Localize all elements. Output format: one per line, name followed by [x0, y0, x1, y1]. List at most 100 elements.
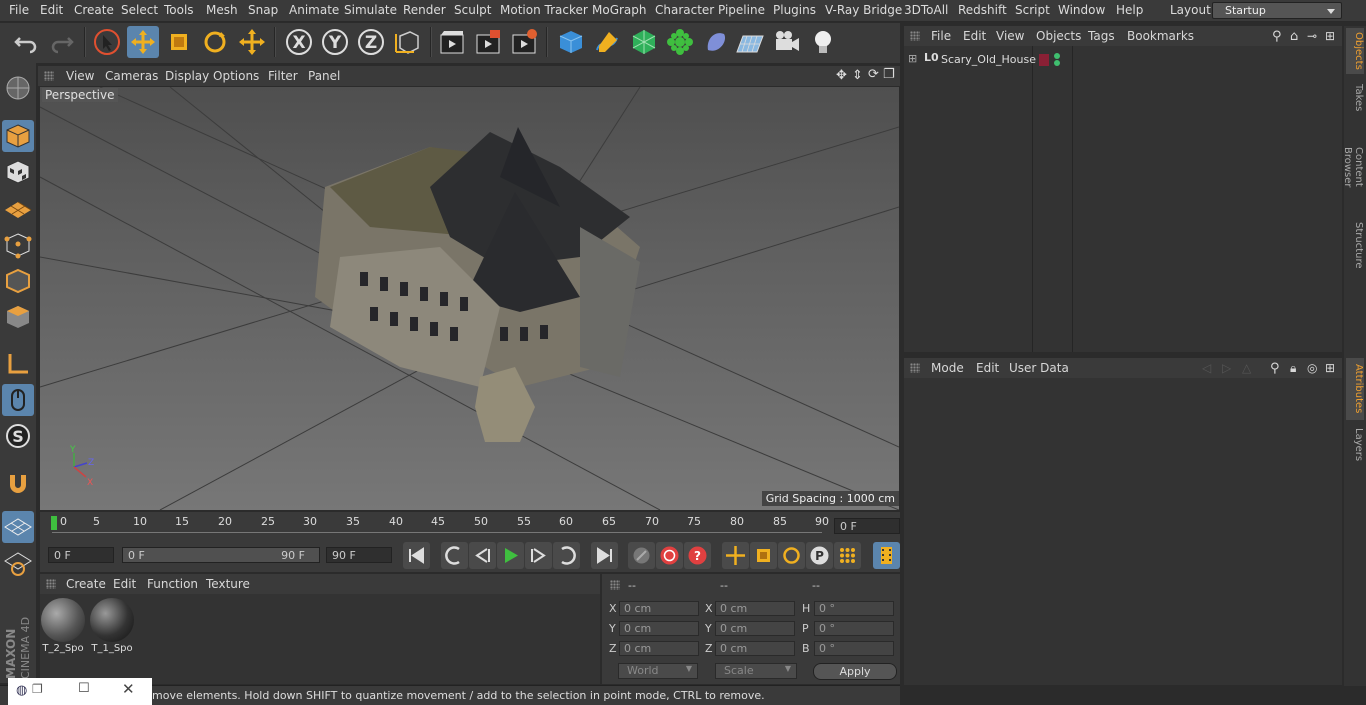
play-button[interactable]: [497, 542, 524, 569]
end-frame-field[interactable]: 90 F: [326, 547, 392, 563]
menu-snap[interactable]: Snap: [248, 3, 278, 17]
go-to-end-button[interactable]: [591, 542, 618, 569]
perspective-viewport[interactable]: Y Z X Grid Spacing : 1000 cm: [40, 87, 899, 510]
next-key-button[interactable]: [553, 542, 580, 569]
undo-button[interactable]: [10, 26, 42, 58]
transform-tool-button[interactable]: [236, 26, 268, 58]
size-y-field[interactable]: 0 cm: [715, 621, 795, 636]
key-rotation-button[interactable]: [778, 542, 805, 569]
pos-y-field[interactable]: 0 cm: [619, 621, 699, 636]
material-menu-create[interactable]: Create: [66, 577, 106, 591]
attributes-menu-user-data[interactable]: User Data: [1009, 361, 1069, 375]
objects-menu-file[interactable]: File: [931, 29, 951, 43]
axis-mode-button[interactable]: [2, 348, 34, 380]
up-arrow-icon[interactable]: △: [1242, 361, 1251, 375]
restore-icon[interactable]: ❐: [32, 682, 43, 696]
coordinate-space-dropdown[interactable]: World ▼: [618, 663, 698, 679]
layer-tag-icon[interactable]: [1039, 54, 1049, 66]
start-frame-field[interactable]: 0 F: [48, 547, 114, 563]
material-swatch[interactable]: T_1_Spo: [90, 598, 134, 656]
render-settings-button[interactable]: [508, 26, 540, 58]
search-icon[interactable]: ⚲: [1272, 29, 1282, 44]
rot-b-field[interactable]: 0 °: [814, 641, 894, 656]
solo-button[interactable]: [2, 547, 34, 579]
redo-button[interactable]: [46, 26, 78, 58]
menu-select[interactable]: Select: [121, 3, 158, 17]
add-light-button[interactable]: [807, 26, 839, 58]
menu-plugins[interactable]: Plugins: [773, 3, 816, 17]
forward-arrow-icon[interactable]: ▷: [1222, 361, 1231, 375]
magnet-button[interactable]: [2, 467, 34, 499]
key-pla-button[interactable]: [834, 542, 861, 569]
current-frame-field[interactable]: 0 F: [834, 518, 900, 534]
material-menu-texture[interactable]: Texture: [206, 577, 250, 591]
pos-x-field[interactable]: 0 cm: [619, 601, 699, 616]
tab-takes[interactable]: Takes: [1346, 78, 1364, 118]
playhead[interactable]: [51, 516, 57, 530]
home-icon[interactable]: ⌂: [1290, 29, 1298, 44]
objects-menu-bookmarks[interactable]: Bookmarks: [1127, 29, 1194, 43]
menu-vray-bridge[interactable]: V-Ray Bridge: [825, 3, 902, 17]
menu-pipeline[interactable]: Pipeline: [718, 3, 765, 17]
material-swatch[interactable]: T_2_Spo: [41, 598, 85, 656]
menu-mesh[interactable]: Mesh: [206, 3, 238, 17]
rot-h-field[interactable]: 0 °: [814, 601, 894, 616]
key-position-button[interactable]: [722, 542, 749, 569]
motion-recording-button[interactable]: [628, 542, 655, 569]
frame-range-slider[interactable]: 0 F 90 F: [122, 547, 320, 563]
link-icon[interactable]: ⊸: [1307, 29, 1317, 43]
attributes-menu-mode[interactable]: Mode: [931, 361, 964, 375]
rot-p-field[interactable]: 0 °: [814, 621, 894, 636]
menu-file[interactable]: File: [9, 3, 29, 17]
layout-dropdown[interactable]: Startup: [1212, 2, 1342, 19]
apply-button[interactable]: Apply: [813, 663, 897, 680]
new-panel-icon[interactable]: ⊞: [1325, 29, 1335, 43]
maximize-icon[interactable]: ☐: [78, 681, 90, 696]
z-axis-lock-button[interactable]: Z: [355, 26, 387, 58]
size-x-field[interactable]: 0 cm: [715, 601, 795, 616]
object-row[interactable]: ⊞ L0 Scary_Old_House: [908, 51, 1036, 68]
render-view-button[interactable]: [436, 26, 468, 58]
polygons-mode-button[interactable]: [2, 301, 34, 333]
objects-menu-tags[interactable]: Tags: [1088, 29, 1115, 43]
record-active-objects-button[interactable]: [656, 542, 683, 569]
menu-animate[interactable]: Animate: [289, 3, 339, 17]
workplane-mode-button[interactable]: [2, 192, 34, 224]
editor-visibility-dot[interactable]: [1054, 53, 1060, 59]
menu-simulate[interactable]: Simulate: [344, 3, 397, 17]
viewport-maximize-icon[interactable]: ❐: [883, 67, 895, 82]
x-axis-lock-button[interactable]: X: [283, 26, 315, 58]
viewport-zoom-icon[interactable]: ⇕: [852, 68, 863, 83]
render-picture-viewer-button[interactable]: [472, 26, 504, 58]
back-arrow-icon[interactable]: ◁: [1202, 361, 1211, 375]
viewport-rotate-icon[interactable]: ⟳: [868, 67, 879, 82]
objects-menu-view[interactable]: View: [996, 29, 1024, 43]
menu-3dtoall[interactable]: 3DToAll: [904, 3, 948, 17]
tab-layers[interactable]: Layers: [1346, 424, 1364, 464]
move-tool-button[interactable]: [127, 26, 159, 58]
tab-objects[interactable]: Objects: [1346, 28, 1364, 74]
texture-mode-button[interactable]: [2, 156, 34, 188]
menu-tools[interactable]: Tools: [164, 3, 194, 17]
target-icon[interactable]: ◎: [1307, 361, 1317, 375]
add-spline-pen-button[interactable]: [591, 26, 623, 58]
new-panel-icon[interactable]: ⊞: [1325, 361, 1335, 375]
viewport-menu-display[interactable]: Display: [165, 69, 209, 83]
timeline-ruler[interactable]: 0 5 10 15 20 25 30 35 40 45 50 55 60 65 …: [40, 512, 900, 540]
add-subdivision-button[interactable]: [628, 26, 660, 58]
menu-character[interactable]: Character: [655, 3, 714, 17]
add-deformer-button[interactable]: [700, 26, 732, 58]
viewport-menu-filter[interactable]: Filter: [268, 69, 298, 83]
pos-z-field[interactable]: 0 cm: [619, 641, 699, 656]
key-scale-button[interactable]: [750, 542, 777, 569]
object-name[interactable]: Scary_Old_House: [941, 53, 1036, 66]
add-floor-button[interactable]: [734, 26, 766, 58]
tweak-mode-button[interactable]: [2, 384, 34, 416]
menu-redshift[interactable]: Redshift: [958, 3, 1007, 17]
live-selection-button[interactable]: [91, 26, 123, 58]
objects-menu-edit[interactable]: Edit: [963, 29, 986, 43]
viewport-move-icon[interactable]: ✥: [836, 68, 847, 83]
menu-help[interactable]: Help: [1116, 3, 1143, 17]
viewport-menu-cameras[interactable]: Cameras: [105, 69, 158, 83]
timeline-window-button[interactable]: [873, 542, 900, 569]
